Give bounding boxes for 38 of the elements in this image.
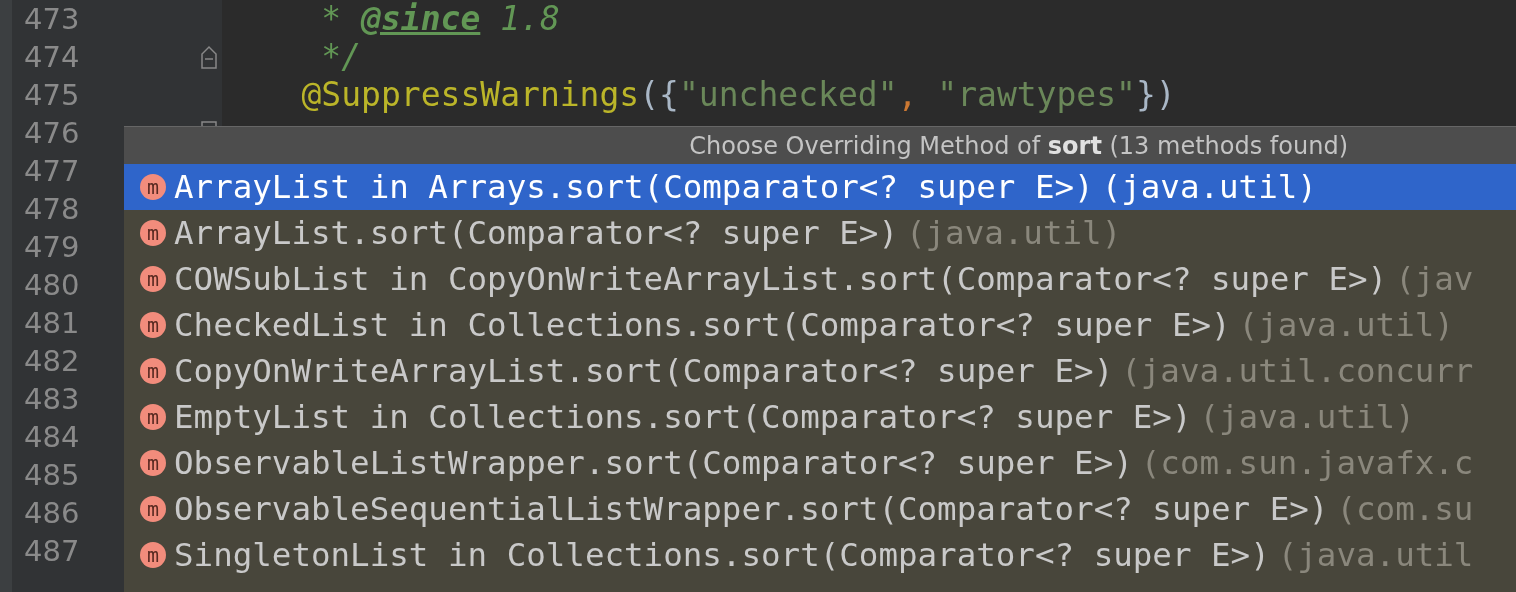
- method-list-item[interactable]: m COWSubList in CopyOnWriteArrayList.sort(Comparator<? super E>) (jav: [124, 256, 1516, 302]
- line-number: 485: [24, 457, 80, 494]
- line-number: 477: [24, 153, 80, 190]
- method-list-item[interactable]: m CheckedList in Collections.sort(Comparator<? super E>) (java.util): [124, 302, 1516, 348]
- method-list-item[interactable]: m ArrayList.sort(Comparator<? super E>) (java.util): [124, 210, 1516, 256]
- fold-marker-icon[interactable]: [200, 44, 218, 70]
- code-line: * @since 1.8: [320, 0, 560, 38]
- line-number: 474: [24, 39, 80, 76]
- code-line: @SuppressWarnings({"unchecked", "rawtypes"}): [300, 75, 1176, 114]
- method-icon: m: [140, 542, 166, 568]
- method-icon: m: [140, 450, 166, 476]
- method-list-item[interactable]: m ObservableSequentialListWrapper.sort(Comparator<? super E>) (com.su: [124, 486, 1516, 532]
- line-number: 475: [24, 77, 80, 114]
- line-number: 479: [24, 229, 80, 266]
- method-list-item[interactable]: m CopyOnWriteArrayList.sort(Comparator<? super E>) (java.util.concurr: [124, 348, 1516, 394]
- line-number: 483: [24, 381, 80, 418]
- method-icon: m: [140, 312, 166, 338]
- code-line: */: [320, 37, 362, 76]
- method-list-item[interactable]: m ObservableListWrapper.sort(Comparator<? super E>) (com.sun.javafx.c: [124, 440, 1516, 486]
- method-icon: m: [140, 496, 166, 522]
- method-icon: m: [140, 220, 166, 246]
- line-number: 482: [24, 343, 80, 380]
- method-list-item[interactable]: m EmptyList in Collections.sort(Comparator<? super E>) (java.util): [124, 394, 1516, 440]
- method-list-item[interactable]: m SingletonList in Collections.sort(Comparator<? super E>) (java.util: [124, 532, 1516, 578]
- line-number: 478: [24, 191, 80, 228]
- line-number: 486: [24, 495, 80, 532]
- method-icon: m: [140, 404, 166, 430]
- line-number: 484: [24, 419, 80, 456]
- popup-title: Choose Overriding Method of sort (13 methods found): [689, 131, 1348, 160]
- line-number: 476: [24, 115, 80, 152]
- line-number: 487: [24, 533, 80, 570]
- line-number: 473: [24, 1, 80, 38]
- method-icon: m: [140, 174, 166, 200]
- method-icon: m: [140, 266, 166, 292]
- line-number: 481: [24, 305, 80, 342]
- line-number: 480: [24, 267, 80, 304]
- method-list-item[interactable]: m ArrayList in Arrays.sort(Comparator<? super E>) (java.util): [124, 164, 1516, 210]
- method-icon: m: [140, 358, 166, 384]
